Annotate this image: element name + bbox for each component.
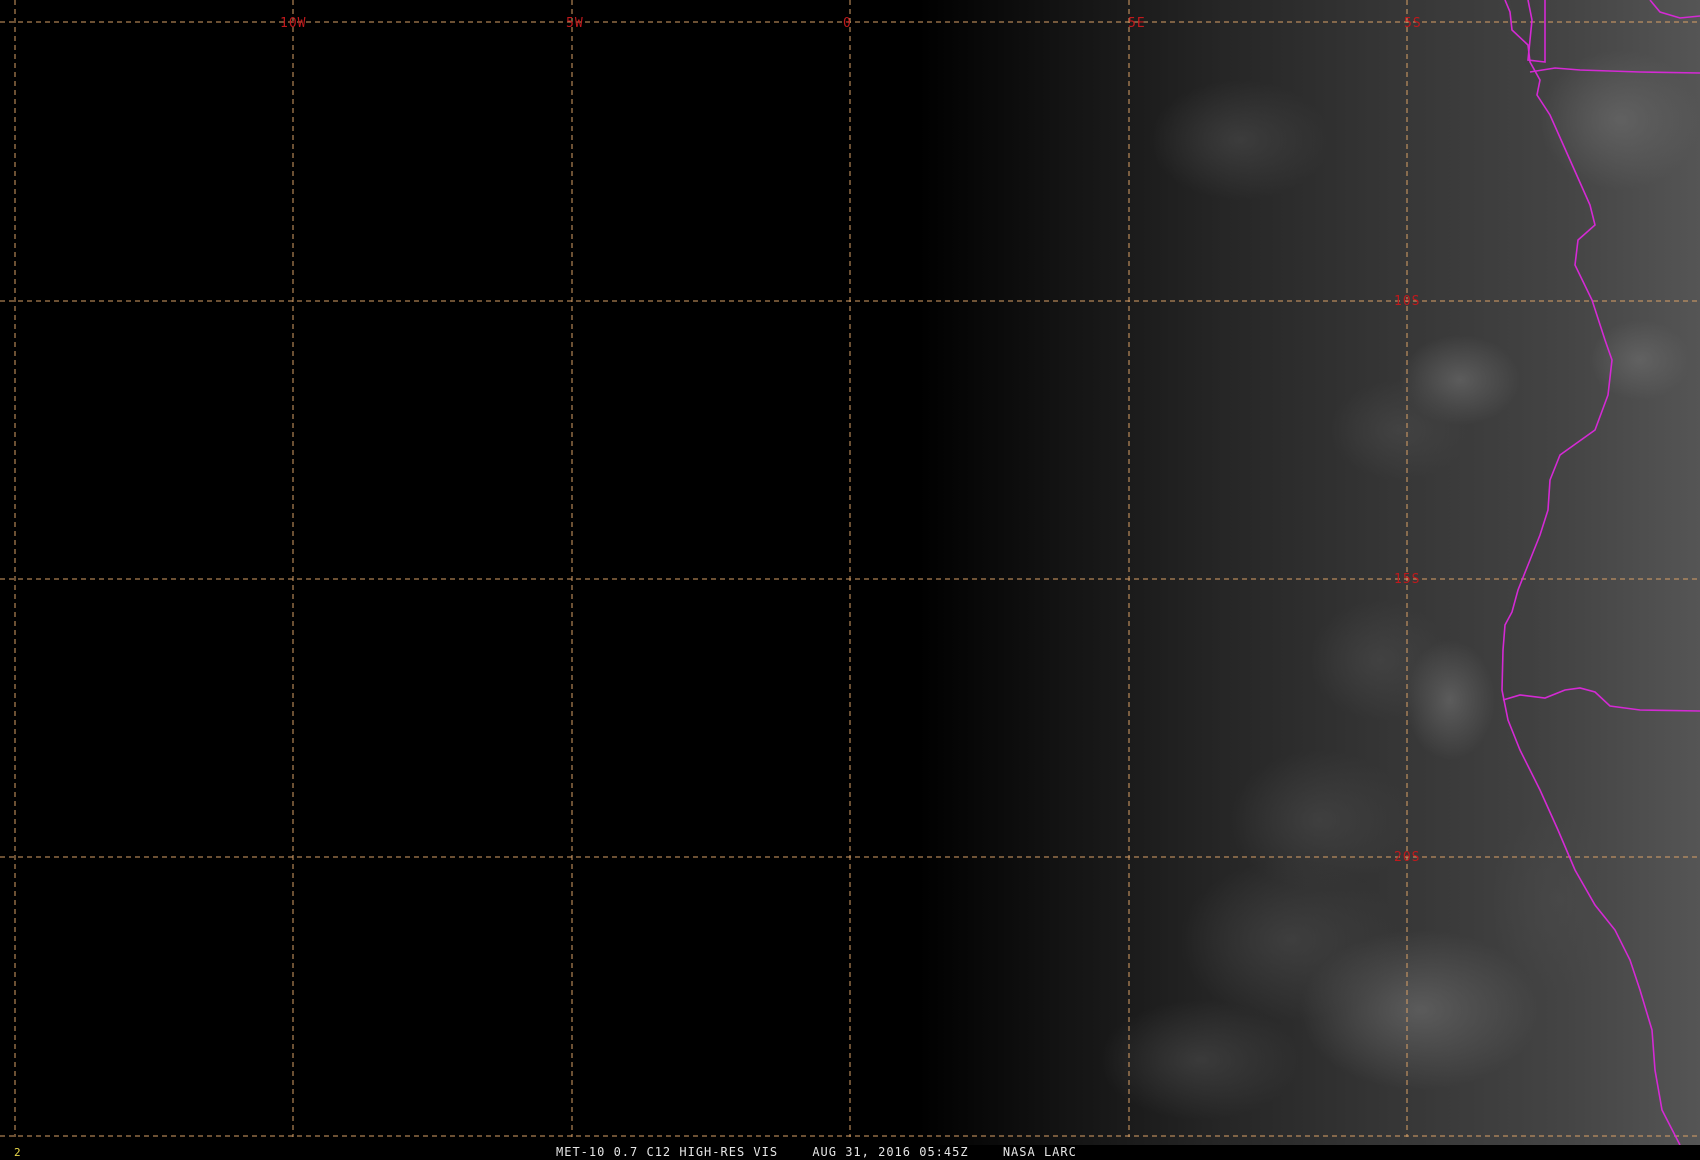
longitude-label: 5E xyxy=(1128,16,1146,31)
product-name: MET-10 0.7 C12 HIGH-RES VIS xyxy=(556,1145,779,1159)
cloud-patch xyxy=(1405,640,1495,760)
longitude-label: 5W xyxy=(566,16,584,31)
satellite-image-viewer: 10W 5W 0 5E 5S 10S 15S 20S 2 MET-10 0.7 … xyxy=(0,0,1700,1160)
cloud-patch xyxy=(1590,320,1690,400)
longitude-label: 10W xyxy=(280,16,306,31)
cloud-patch xyxy=(1100,1000,1300,1120)
latitude-label: 10S xyxy=(1394,294,1420,309)
longitude-label: 0 xyxy=(843,16,852,31)
cloud-patch xyxy=(1150,80,1330,200)
latitude-label: 15S xyxy=(1394,572,1420,587)
cloud-patch xyxy=(1330,380,1470,480)
frame-number: 2 xyxy=(14,1146,22,1159)
image-caption: MET-10 0.7 C12 HIGH-RES VIS AUG 31, 2016… xyxy=(556,1145,1103,1160)
image-timestamp: AUG 31, 2016 05:45Z xyxy=(812,1145,969,1159)
latitude-label: 5S xyxy=(1404,16,1422,31)
latitude-label: 20S xyxy=(1394,850,1420,865)
satellite-imagery: 10W 5W 0 5E 5S 10S 15S 20S xyxy=(0,0,1700,1145)
status-bar: 2 MET-10 0.7 C12 HIGH-RES VIS AUG 31, 20… xyxy=(0,1145,1700,1160)
cloud-patch xyxy=(1490,810,1630,990)
data-source: NASA LARC xyxy=(1002,1145,1077,1159)
